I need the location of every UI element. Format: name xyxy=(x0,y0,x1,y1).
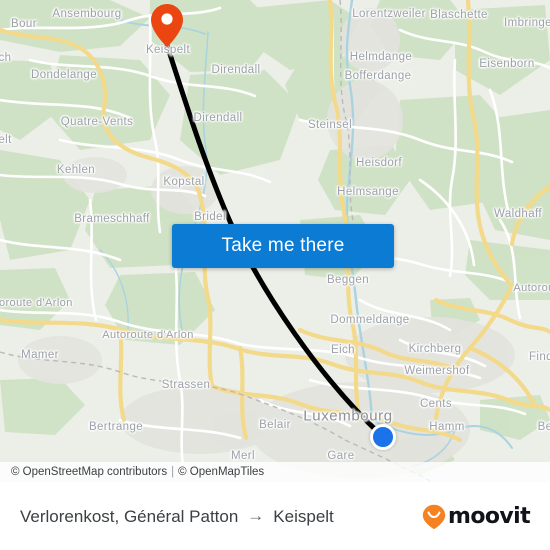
moovit-logo[interactable]: moovit xyxy=(422,504,531,530)
take-me-there-button[interactable]: Take me there xyxy=(172,224,394,268)
route-destination-label: Keispelt xyxy=(273,506,334,526)
moovit-pin-icon xyxy=(422,504,446,529)
map-attribution: © OpenStreetMap contributors | © OpenMap… xyxy=(0,462,550,482)
moovit-wordmark: moovit xyxy=(448,504,531,529)
map-canvas[interactable]: Bour Ansembourg ch Dondelange Keispelt Dirend… xyxy=(0,0,550,482)
trip-map-screen: Bour Ansembourg ch Dondelange Keispelt Dirend… xyxy=(0,0,550,550)
attribution-maptiles[interactable]: © OpenMapTiles xyxy=(178,466,264,478)
footer-bar: Verlorenkost, Général Patton → Keispelt … xyxy=(0,482,550,550)
attribution-separator: | xyxy=(171,466,175,478)
route-origin-label: Verlorenkost, Général Patton xyxy=(20,506,239,526)
arrow-right-icon: → xyxy=(247,505,265,525)
route-summary: Verlorenkost, Général Patton → Keispelt xyxy=(20,505,334,527)
destination-marker-dot[interactable] xyxy=(370,424,396,450)
attribution-osm[interactable]: © OpenStreetMap contributors xyxy=(11,466,167,478)
